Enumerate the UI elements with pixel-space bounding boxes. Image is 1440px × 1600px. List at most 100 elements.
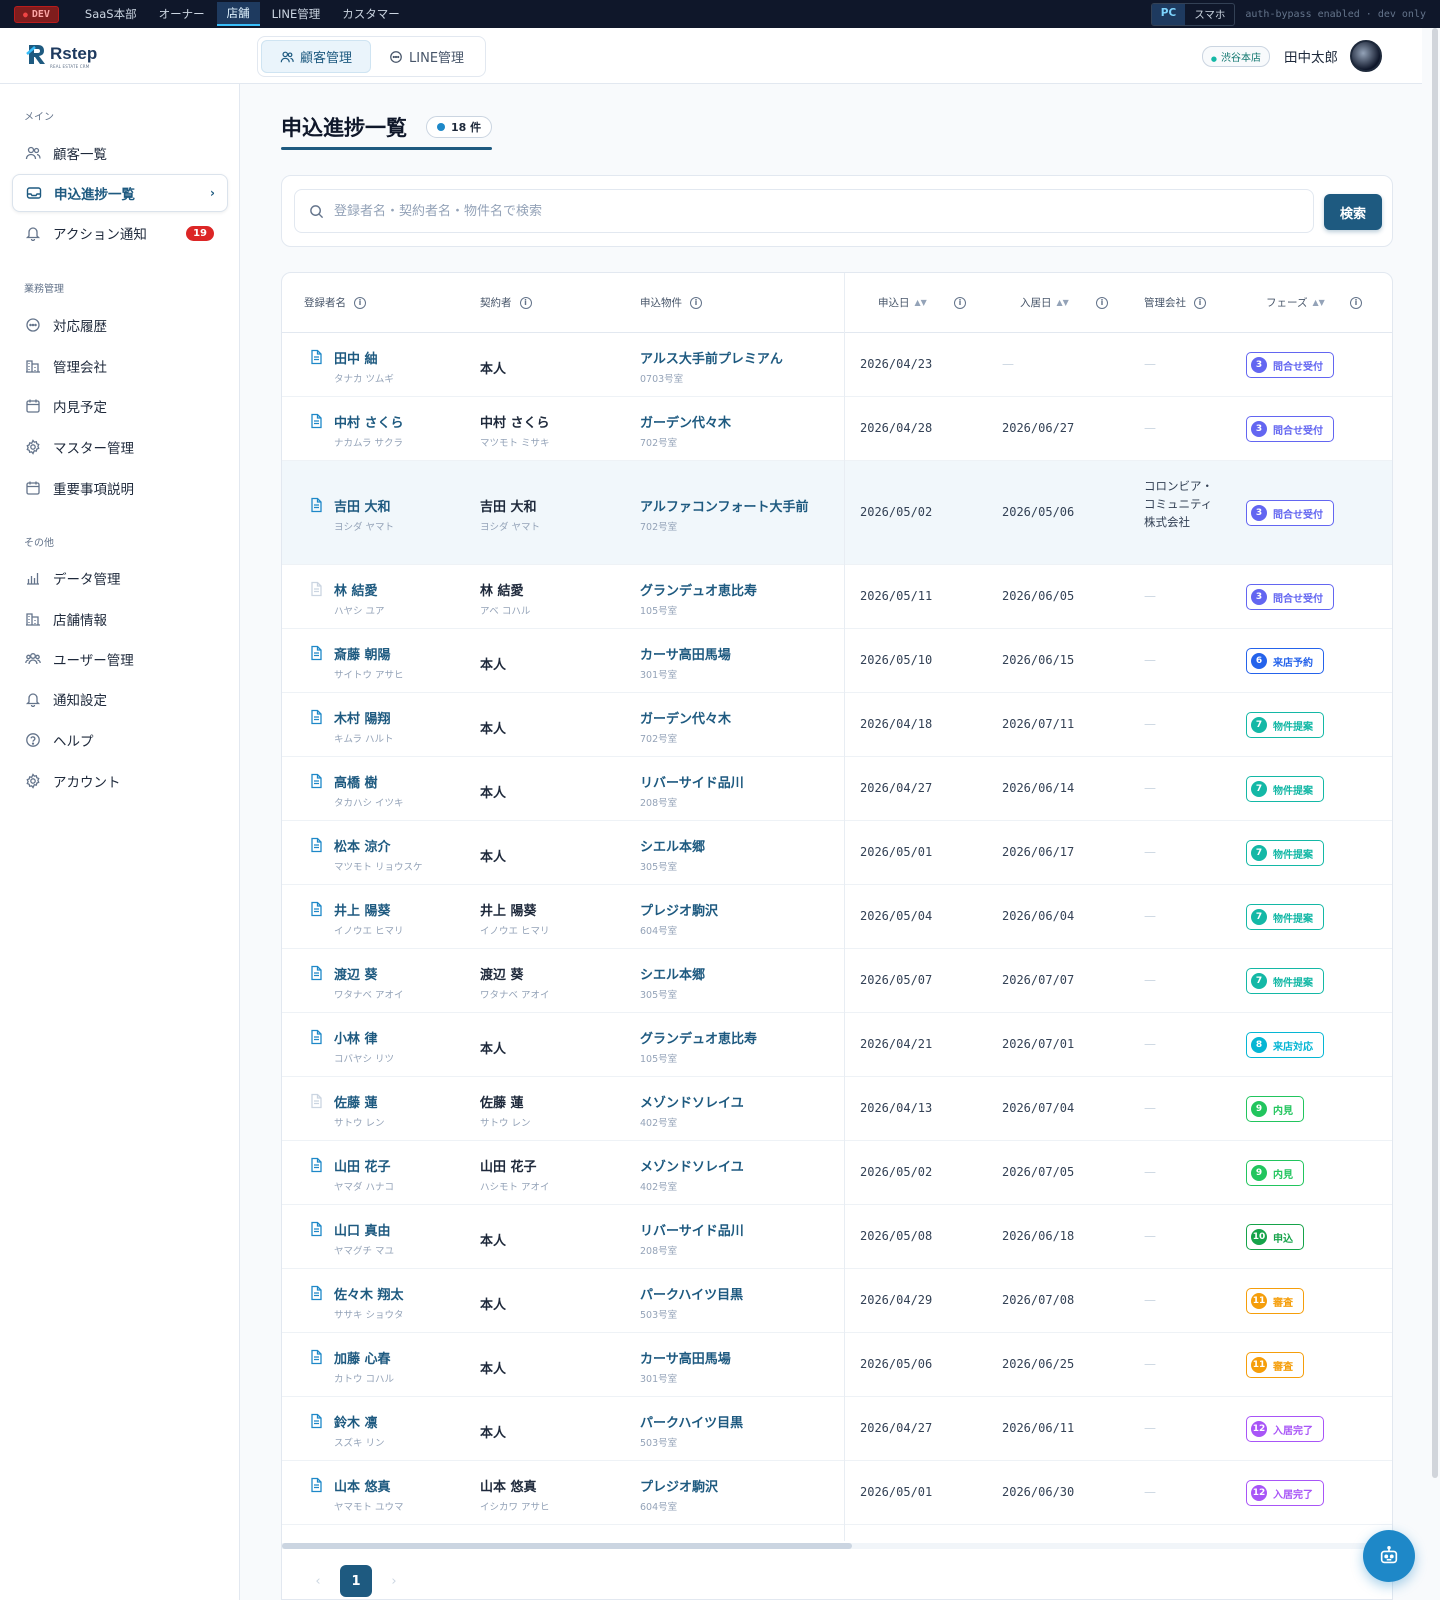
registrant-name[interactable]: 山田 花子 xyxy=(334,1156,394,1175)
registrant-name[interactable]: 佐藤 蓮 xyxy=(334,1092,385,1111)
property-name[interactable]: プレジオ駒沢 xyxy=(640,1476,718,1495)
sidebar-item-master[interactable]: マスター管理 xyxy=(12,428,228,466)
table-row[interactable]: 佐々木 翔太 ササキ ショウタ 本人 パークハイツ目黒 503号室 2026/04/29 2… xyxy=(282,1269,1392,1333)
dev-tab-line[interactable]: LINE管理 xyxy=(262,3,331,25)
document-icon[interactable] xyxy=(308,965,324,981)
table-row[interactable]: 高橋 樹タカハシ イツキ 本人 リバーサイド品川 208号室 2026/04/27 202… xyxy=(282,757,1392,821)
document-icon[interactable] xyxy=(308,349,324,365)
sidebar-item-mgmt-company[interactable]: 管理会社 xyxy=(12,347,228,385)
document-icon[interactable] xyxy=(308,1477,324,1493)
logo[interactable]: Rstep REAL ESTATE CRM xyxy=(26,42,97,69)
table-row[interactable]: 斎藤 朝陽 サイトウ アサヒ 本人 カーサ高田馬場 301号室 2026/05/10 202… xyxy=(282,629,1392,693)
registrant-name[interactable]: 松本 涼介 xyxy=(334,836,423,855)
registrant-name[interactable]: 田中 紬 xyxy=(334,348,394,367)
sort-icon[interactable]: ▲▼ xyxy=(1057,298,1069,307)
table-row[interactable]: 山口 真由 ヤマグチ マユ 本人 リバーサイド品川 208号室 2026/05/08 202… xyxy=(282,1205,1392,1269)
dev-tab-owner[interactable]: オーナー xyxy=(149,3,215,25)
column-header-registrant[interactable]: 登録者名 i xyxy=(304,295,366,310)
table-row[interactable]: 中村 さくら ナカムラ サクラ 中村 さくら マツモト ミサキ ガーデン代々木 702号室… xyxy=(282,397,1392,461)
registrant-name[interactable]: 木村 陽翔 xyxy=(334,708,394,727)
table-row[interactable]: 田中 紬タナカ ツムギ 本人 アルス大手前プレミアん 0703号室 2026/04/23… xyxy=(282,333,1392,397)
property-name[interactable]: グランデュオ恵比寿 xyxy=(640,580,757,599)
table-row[interactable]: 井上 陽葵 イノウエ ヒマリ 井上 陽葵 イノウエ ヒマリ プレジオ駒沢 604号室 202… xyxy=(282,885,1392,949)
dev-tab-saas[interactable]: SaaS本部 xyxy=(75,3,147,25)
avatar[interactable] xyxy=(1350,40,1382,72)
document-icon[interactable] xyxy=(308,1029,324,1045)
registrant-name[interactable]: 加藤 心春 xyxy=(334,1348,394,1367)
document-icon[interactable] xyxy=(308,645,324,661)
document-icon[interactable] xyxy=(308,1349,324,1365)
horizontal-scrollbar[interactable] xyxy=(282,1543,1392,1549)
registrant-name[interactable]: 小林 律 xyxy=(334,1028,394,1047)
sidebar-item-help[interactable]: ヘルプ xyxy=(12,721,228,759)
view-sp-button[interactable]: スマホ xyxy=(1185,4,1234,25)
phase-badge[interactable]: 7 物件提案 xyxy=(1246,840,1324,866)
table-row[interactable]: 渡辺 葵ワタナベ アオイ 渡辺 葵ワタナベ アオイ シエル本郷 305号室 2026/0… xyxy=(282,949,1392,1013)
search-button[interactable]: 検索 xyxy=(1324,194,1382,230)
sidebar-item-customers[interactable]: 顧客一覧 xyxy=(12,134,228,172)
property-name[interactable]: メゾンドソレイユ xyxy=(640,1092,744,1111)
sidebar-item-history[interactable]: 対応履歴 xyxy=(12,306,228,344)
sidebar-item-users[interactable]: ユーザー管理 xyxy=(12,640,228,678)
sidebar-item-action-notifications[interactable]: アクション通知 19 xyxy=(12,214,228,252)
table-row[interactable]: 小林 律コバヤシ リツ 本人 グランデュオ恵比寿 105号室 2026/04/21 202… xyxy=(282,1013,1392,1077)
column-header-property[interactable]: 申込物件 i xyxy=(640,295,702,310)
tab-customer-management[interactable]: 顧客管理 xyxy=(261,40,372,73)
sidebar-item-important-notes[interactable]: 重要事項説明 xyxy=(12,469,228,507)
phase-badge[interactable]: 7 物件提案 xyxy=(1246,712,1324,738)
phase-badge[interactable]: 6 来店予約 xyxy=(1246,648,1324,674)
property-name[interactable]: リバーサイド品川 xyxy=(640,1220,744,1239)
table-row[interactable]: 木村 陽翔 キムラ ハルト 本人 ガーデン代々木 702号室 2026/04/18 2026… xyxy=(282,693,1392,757)
phase-badge[interactable]: 8 来店対応 xyxy=(1246,1032,1324,1058)
phase-badge[interactable]: 3 問合せ受付 xyxy=(1246,352,1334,378)
info-icon[interactable]: i xyxy=(1194,296,1206,309)
document-icon[interactable] xyxy=(308,413,324,429)
table-row[interactable]: 吉田 大和 ヨシダ ヤマト 吉田 大和 ヨシダ ヤマト アルファコンフォート大手前 702… xyxy=(282,461,1392,565)
search-input[interactable] xyxy=(334,203,1234,219)
search-field[interactable] xyxy=(294,189,1314,233)
column-header-mgmt-company[interactable]: 管理会社 i xyxy=(1144,295,1206,310)
registrant-name[interactable]: 高橋 樹 xyxy=(334,772,404,791)
document-icon[interactable] xyxy=(308,901,324,917)
column-header-phase[interactable]: フェーズ ▲▼ xyxy=(1266,295,1325,310)
dev-tab-customer[interactable]: カスタマー xyxy=(332,3,410,25)
info-icon[interactable]: i xyxy=(954,297,966,309)
phase-badge[interactable]: 9 内見 xyxy=(1246,1160,1304,1186)
document-icon[interactable] xyxy=(308,773,324,789)
document-icon[interactable] xyxy=(308,1157,324,1173)
info-icon[interactable]: i xyxy=(519,296,532,309)
vertical-scrollbar[interactable] xyxy=(1432,28,1438,1478)
registrant-name[interactable]: 渡辺 葵 xyxy=(334,964,404,983)
dev-tab-store[interactable]: 店舗 xyxy=(216,2,260,26)
view-pc-button[interactable]: PC xyxy=(1151,3,1186,25)
property-name[interactable]: アルス大手前プレミアん xyxy=(640,348,783,367)
table-row[interactable]: 鈴木 凛スズキ リン 本人 パークハイツ目黒 503号室 2026/04/27 2026/… xyxy=(282,1397,1392,1461)
page-1-button[interactable]: 1 xyxy=(340,1565,372,1597)
store-badge[interactable]: 渋谷本店 xyxy=(1201,45,1270,67)
property-name[interactable]: パークハイツ目黒 xyxy=(640,1412,743,1431)
property-name[interactable]: シエル本郷 xyxy=(640,836,705,855)
property-name[interactable]: メゾンドソレイユ xyxy=(640,1156,744,1175)
phase-badge[interactable]: 7 物件提案 xyxy=(1246,776,1324,802)
phase-badge[interactable]: 12 入居完了 xyxy=(1246,1416,1324,1442)
sidebar-item-account[interactable]: アカウント xyxy=(12,762,228,800)
property-name[interactable]: アルファコンフォート大手前 xyxy=(640,496,808,515)
property-name[interactable]: パークハイツ目黒 xyxy=(640,1284,743,1303)
document-icon[interactable] xyxy=(308,1221,324,1237)
property-name[interactable]: カーサ高田馬場 xyxy=(640,644,731,663)
table-row[interactable]: 佐藤 蓮サトウ レン 佐藤 蓮サトウ レン メゾンドソレイユ 402号室 2026/04… xyxy=(282,1077,1392,1141)
property-name[interactable]: グランデュオ恵比寿 xyxy=(640,1028,757,1047)
document-icon[interactable] xyxy=(308,1285,324,1301)
user-name[interactable]: 田中太郎 xyxy=(1284,46,1338,66)
property-name[interactable]: プレジオ駒沢 xyxy=(640,900,718,919)
property-name[interactable]: シエル本郷 xyxy=(640,964,705,983)
phase-badge[interactable]: 11 審査 xyxy=(1246,1288,1304,1314)
table-row[interactable]: 山田 花子 ヤマダ ハナコ 山田 花子 ハシモト アオイ メゾンドソレイユ 402号室 20… xyxy=(282,1141,1392,1205)
scrollbar-thumb[interactable] xyxy=(282,1543,852,1549)
sidebar-item-notify-settings[interactable]: 通知設定 xyxy=(12,680,228,718)
registrant-name[interactable]: 林 結愛 xyxy=(334,580,385,599)
property-name[interactable]: ガーデン代々木 xyxy=(640,708,731,727)
document-icon[interactable] xyxy=(308,709,324,725)
phase-badge[interactable]: 3 問合せ受付 xyxy=(1246,416,1334,442)
registrant-name[interactable]: 吉田 大和 xyxy=(334,496,394,515)
